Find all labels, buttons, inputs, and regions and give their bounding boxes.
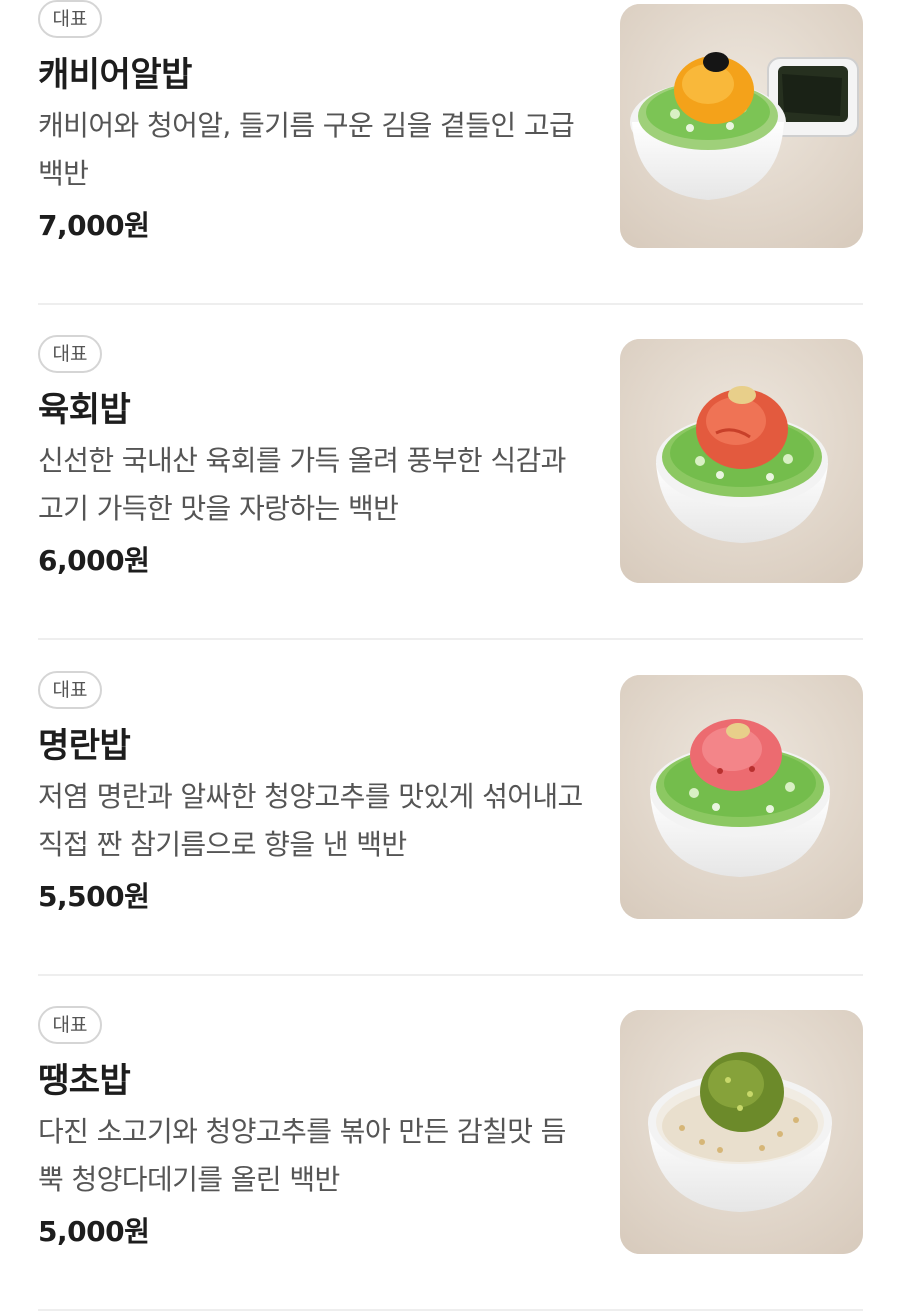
myeongran-rice-bowl-illustration [620, 675, 863, 919]
menu-item-ttaengcho-bap[interactable]: 대표 땡초밥 다진 소고기와 청양고추를 볶아 만든 감칠맛 듬뿍 청양다데기를… [0, 976, 900, 1311]
menu-item-description: 캐비어와 청어알, 들기름 구운 김을 곁들인 고급 백반 [38, 109, 575, 190]
menu-item-yukhoe-bap[interactable]: 대표 육회밥 신선한 국내산 육회를 가득 올려 풍부한 식감과 고기 가득한 … [0, 305, 900, 640]
menu-item-name: 캐비어알밥 [38, 55, 192, 95]
menu-item-name: 명란밥 [38, 726, 131, 766]
menu-item-photo[interactable] [620, 339, 863, 583]
signature-badge: 대표 [38, 671, 102, 709]
signature-badge: 대표 [38, 0, 102, 38]
menu-item-description: 다진 소고기와 청양고추를 볶아 만든 감칠맛 듬뿍 청양다데기를 올린 백반 [38, 1115, 566, 1196]
menu-item-description: 신선한 국내산 육회를 가득 올려 풍부한 식감과 고기 가득한 맛을 자랑하는… [38, 444, 566, 525]
menu-item-price: 6,000원 [38, 544, 150, 577]
signature-badge: 대표 [38, 335, 102, 373]
item-divider [38, 638, 863, 640]
yukhoe-rice-bowl-illustration [620, 339, 863, 583]
menu-item-price: 7,000원 [38, 209, 150, 242]
menu-item-caviar-al-bap[interactable]: 대표 캐비어알밥 캐비어와 청어알, 들기름 구운 김을 곁들인 고급 백반 7… [0, 0, 900, 305]
menu-item-photo[interactable] [620, 4, 863, 248]
menu-item-price: 5,500원 [38, 880, 150, 913]
ttaengcho-rice-bowl-illustration [620, 1010, 863, 1254]
menu-item-name: 육회밥 [38, 390, 131, 430]
menu-item-myeongran-bap[interactable]: 대표 명란밥 저염 명란과 알싸한 청양고추를 맛있게 섞어내고 직접 짠 참기… [0, 641, 900, 976]
menu-item-photo[interactable] [620, 1010, 863, 1254]
menu-item-price: 5,000원 [38, 1215, 150, 1248]
menu-item-description: 저염 명란과 알싸한 청양고추를 맛있게 섞어내고 직접 짠 참기름으로 향을 … [38, 780, 583, 861]
caviar-rice-bowl-illustration [620, 4, 863, 248]
menu-list: 대표 캐비어알밥 캐비어와 청어알, 들기름 구운 김을 곁들인 고급 백반 7… [0, 0, 900, 1311]
menu-item-photo[interactable] [620, 675, 863, 919]
signature-badge: 대표 [38, 1006, 102, 1044]
menu-item-name: 땡초밥 [38, 1061, 131, 1101]
